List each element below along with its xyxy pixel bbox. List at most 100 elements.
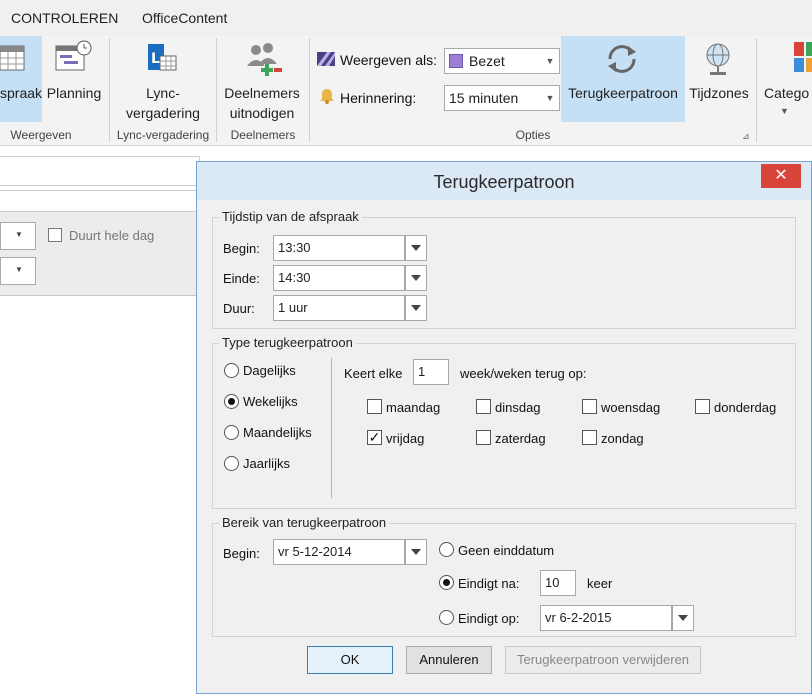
- radio-jaarlijks[interactable]: [224, 456, 239, 471]
- group-separator: [216, 38, 217, 142]
- checkbox-vrijdag[interactable]: ✓: [367, 430, 382, 445]
- tab-controleren[interactable]: CONTROLEREN: [11, 10, 118, 26]
- zaterdag-label: zaterdag: [495, 431, 546, 446]
- lync-label-1: Lync-: [146, 85, 180, 101]
- checkbox-dinsdag[interactable]: [476, 399, 491, 414]
- chevron-down-icon: ▼: [15, 265, 23, 274]
- verwijderen-button[interactable]: Terugkeerpatroon verwijderen: [505, 646, 701, 674]
- terugkeerpatroon-dialog: Terugkeerpatroon ✕ Tijdstip van de afspr…: [196, 161, 812, 694]
- einde-time-dropdown[interactable]: [405, 265, 427, 291]
- einde-label: Einde:: [223, 271, 260, 286]
- end-time-dropdown[interactable]: ▼: [0, 257, 36, 285]
- tijdstip-legend: Tijdstip van de afspraak: [219, 209, 362, 224]
- chevron-down-icon: ▼: [545, 56, 555, 66]
- duur-label: Duur:: [223, 301, 255, 316]
- weergeven-als-dropdown[interactable]: Bezet ▼: [444, 48, 560, 74]
- tijdzones-button[interactable]: Tijdzones: [686, 36, 752, 122]
- tijdzones-label: Tijdzones: [689, 85, 749, 101]
- planning-icon: [55, 40, 92, 71]
- categoriseren-label: Catego: [764, 85, 810, 101]
- keert-elke-label: Keert elke: [344, 366, 403, 381]
- ok-button[interactable]: OK: [307, 646, 393, 674]
- begin-time-dropdown[interactable]: [405, 235, 427, 261]
- start-time-dropdown[interactable]: ▼: [0, 222, 36, 250]
- keer-label: keer: [587, 576, 613, 591]
- begin-time-input[interactable]: 13:30: [273, 235, 405, 261]
- bereik-begin-input[interactable]: vr 5-12-2014: [273, 539, 405, 565]
- lync-vergadering-button[interactable]: L Lync- vergadering: [112, 36, 214, 122]
- weergeven-als-value: Bezet: [469, 53, 505, 69]
- group-opties-label: Opties: [515, 128, 551, 142]
- ribbon-tab-bar: CONTROLEREN OfficeContent: [0, 0, 812, 36]
- location-field[interactable]: [0, 190, 200, 212]
- type-divider: [331, 358, 332, 498]
- bereik-begin-label: Begin:: [223, 546, 260, 561]
- terugkeerpatroon-button[interactable]: Terugkeerpatroon: [561, 36, 685, 122]
- checkbox-donderdag[interactable]: [695, 399, 710, 414]
- tab-officecontent[interactable]: OfficeContent: [142, 10, 227, 26]
- planning-label: Planning: [46, 85, 102, 101]
- eindigt-na-input[interactable]: 10: [540, 570, 576, 596]
- people-icon: [247, 43, 282, 76]
- radio-eindigt-op[interactable]: [439, 610, 454, 625]
- geen-einddatum-label: Geen einddatum: [458, 543, 555, 558]
- dialog-titlebar[interactable]: Terugkeerpatroon ✕: [197, 162, 811, 200]
- bereik-begin-dropdown[interactable]: [405, 539, 427, 565]
- chevron-down-icon: ▼: [780, 106, 789, 116]
- week-suffix-label: week/weken terug op:: [460, 366, 587, 381]
- jaarlijks-label: Jaarlijks: [243, 456, 290, 471]
- donderdag-label: donderdag: [714, 400, 777, 415]
- show-as-icon: [317, 52, 335, 66]
- radio-wekelijks[interactable]: [224, 394, 239, 409]
- keert-elke-input[interactable]: 1: [413, 359, 449, 385]
- radio-geen-einddatum[interactable]: [439, 542, 454, 557]
- eindigt-op-input[interactable]: vr 6-2-2015: [540, 605, 672, 631]
- duur-input[interactable]: 1 uur: [273, 295, 405, 321]
- eindigt-op-dropdown[interactable]: [672, 605, 694, 631]
- ribbon: spraak Planning Weergeven L Lync- vergad…: [0, 36, 812, 146]
- lync-label-2: vergadering: [126, 105, 200, 121]
- close-icon[interactable]: ✕: [761, 164, 801, 188]
- categoriseren-button[interactable]: Catego ▼: [760, 36, 812, 122]
- group-separator: [309, 38, 310, 142]
- deelnemers-uitnodigen-button[interactable]: Deelnemers uitnodigen: [218, 36, 306, 122]
- maandelijks-label: Maandelijks: [243, 425, 312, 440]
- group-deelnemers-label: Deelnemers: [230, 128, 296, 142]
- chevron-down-icon: ▼: [545, 93, 555, 103]
- herinnering-label: Herinnering:: [340, 90, 417, 106]
- weergeven-als-label: Weergeven als:: [340, 52, 438, 68]
- checkbox-zondag[interactable]: [582, 430, 597, 445]
- annuleren-button[interactable]: Annuleren: [406, 646, 492, 674]
- checkbox-maandag[interactable]: [367, 399, 382, 414]
- begin-label: Begin:: [223, 241, 260, 256]
- dialog-launcher-icon[interactable]: ⊿: [742, 131, 750, 142]
- dagelijks-label: Dagelijks: [243, 363, 296, 378]
- maandag-label: maandag: [386, 400, 441, 415]
- herinnering-dropdown[interactable]: 15 minuten ▼: [444, 85, 560, 111]
- woensdag-label: woensdag: [601, 400, 661, 415]
- bereik-legend: Bereik van terugkeerpatroon: [219, 515, 390, 530]
- radio-maandelijks[interactable]: [224, 425, 239, 440]
- checkbox-woensdag[interactable]: [582, 399, 597, 414]
- subject-field[interactable]: [0, 156, 200, 186]
- deelnemers-label-1: Deelnemers: [224, 85, 300, 101]
- group-weergeven-label: Weergeven: [10, 128, 72, 142]
- chevron-down-icon: ▼: [15, 230, 23, 239]
- duurt-hele-dag-checkbox[interactable]: [48, 228, 62, 242]
- wekelijks-label: Wekelijks: [243, 394, 298, 409]
- radio-eindigt-na[interactable]: [439, 575, 454, 590]
- planning-button[interactable]: Planning: [42, 36, 104, 122]
- vrijdag-label: vrijdag: [386, 431, 425, 446]
- einde-time-input[interactable]: 14:30: [273, 265, 405, 291]
- duurt-hele-dag-label: Duurt hele dag: [69, 228, 155, 243]
- radio-dagelijks[interactable]: [224, 363, 239, 378]
- duur-dropdown[interactable]: [405, 295, 427, 321]
- recurrence-icon: [608, 45, 636, 73]
- checkbox-zaterdag[interactable]: [476, 430, 491, 445]
- lync-icon: L: [148, 44, 177, 71]
- type-legend: Type terugkeerpatroon: [219, 335, 356, 350]
- group-separator: [109, 38, 110, 142]
- group-lync-label: Lync-vergadering: [116, 128, 210, 142]
- herinnering-value: 15 minuten: [449, 90, 519, 106]
- afspraak-button[interactable]: spraak: [0, 36, 42, 122]
